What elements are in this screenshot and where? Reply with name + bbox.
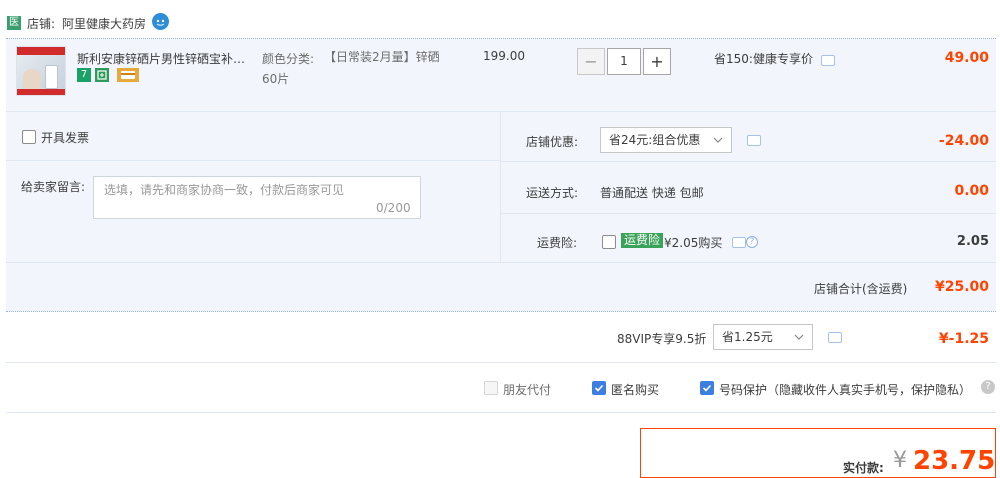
shipping-value: 普通配送 快递 包邮 bbox=[600, 186, 704, 200]
insurance-tag: 运费险 bbox=[621, 233, 664, 248]
payment-label: 实付款: bbox=[843, 461, 884, 475]
insurance-amount: 2.05 bbox=[956, 234, 989, 249]
insurance-checkbox[interactable] bbox=[602, 235, 616, 249]
help-icon[interactable]: ? bbox=[981, 380, 995, 394]
remark-counter: 0/200 bbox=[376, 201, 411, 215]
anonymous-label: 匿名购买 bbox=[611, 383, 660, 397]
credit-badge-icon bbox=[95, 68, 109, 82]
number-protect-label: 号码保护（隐藏收件人真实手机号，保护隐私） bbox=[719, 383, 972, 397]
vip-label: 88VIP专享9.5折 bbox=[617, 332, 707, 346]
insurance-price: ¥2.05购买 bbox=[664, 236, 723, 250]
item-subtotal: 49.00 bbox=[944, 50, 989, 66]
row-divider bbox=[500, 161, 996, 162]
shipping-label: 运送方式: bbox=[526, 186, 579, 200]
seven-day-return-icon: 7 bbox=[77, 68, 91, 82]
friend-pay-label: 朋友代付 bbox=[503, 383, 552, 397]
shop-prefix: 店铺: bbox=[27, 17, 56, 31]
unit-price: 199.00 bbox=[483, 49, 525, 63]
anonymous-checkbox[interactable] bbox=[592, 381, 606, 395]
remark-placeholder: 选填，请先和商家协商一致，付款后商家可见 bbox=[104, 183, 345, 197]
number-protect-checkbox[interactable] bbox=[700, 381, 714, 395]
discount-select-value: 省24元:组合优惠 bbox=[609, 133, 701, 147]
column-divider bbox=[500, 112, 501, 262]
vip-select-value: 省1.25元 bbox=[722, 330, 773, 344]
chevron-down-icon bbox=[712, 128, 724, 161]
promo-text: 省150:健康专享价 bbox=[714, 52, 813, 66]
friend-pay-checkbox[interactable] bbox=[484, 381, 498, 395]
thumbnail-footer bbox=[17, 89, 65, 95]
invoice-checkbox[interactable] bbox=[22, 130, 36, 144]
quantity-decrease-button[interactable]: − bbox=[577, 48, 605, 75]
insurance-label: 运费险: bbox=[537, 236, 578, 250]
comment-icon[interactable] bbox=[732, 237, 746, 248]
comment-icon[interactable] bbox=[828, 332, 842, 343]
thumbnail-bottle bbox=[45, 65, 58, 89]
chevron-down-icon bbox=[793, 325, 805, 358]
row-divider bbox=[6, 362, 996, 363]
shop-header bbox=[0, 0, 1000, 38]
invoice-label: 开具发票 bbox=[41, 131, 90, 145]
help-icon[interactable]: ? bbox=[746, 236, 758, 248]
payment-amount: 23.75 bbox=[913, 446, 996, 476]
payment-currency: ¥ bbox=[893, 448, 907, 473]
sku-value: 【日常装2月量】锌硒 bbox=[324, 50, 440, 64]
thumbnail-figure bbox=[23, 69, 41, 89]
wangwang-chat-icon[interactable] bbox=[152, 13, 169, 30]
pharmacy-badge-icon: 医 bbox=[7, 16, 21, 30]
row-divider bbox=[6, 412, 996, 413]
vip-amount: ¥-1.25 bbox=[938, 331, 989, 347]
quantity-increase-button[interactable]: + bbox=[643, 48, 671, 75]
sku-value-line2: 60片 bbox=[262, 72, 290, 86]
remark-label: 给卖家留言: bbox=[21, 180, 86, 194]
comment-icon[interactable] bbox=[747, 135, 761, 146]
vip-select[interactable]: 省1.25元 bbox=[713, 324, 813, 350]
row-divider bbox=[500, 213, 996, 214]
discount-label: 店铺优惠: bbox=[526, 135, 579, 149]
discount-amount: -24.00 bbox=[938, 133, 989, 149]
shop-name[interactable]: 阿里健康大药房 bbox=[62, 15, 146, 32]
wallet-card-icon bbox=[117, 68, 139, 82]
shop-total-amount: ¥25.00 bbox=[934, 279, 989, 295]
quantity-input[interactable]: 1 bbox=[607, 48, 641, 75]
shipping-amount: 0.00 bbox=[954, 183, 989, 199]
product-title[interactable]: 斯利安康锌硒片男性锌硒宝补锌... bbox=[77, 50, 255, 67]
thumbnail-banner bbox=[17, 47, 65, 55]
comment-icon[interactable] bbox=[821, 55, 835, 66]
discount-select[interactable]: 省24元:组合优惠 bbox=[600, 127, 732, 153]
product-thumbnail[interactable] bbox=[16, 46, 66, 96]
row-divider bbox=[6, 160, 500, 161]
row-divider bbox=[6, 262, 996, 263]
sku-label: 颜色分类: bbox=[262, 52, 315, 66]
